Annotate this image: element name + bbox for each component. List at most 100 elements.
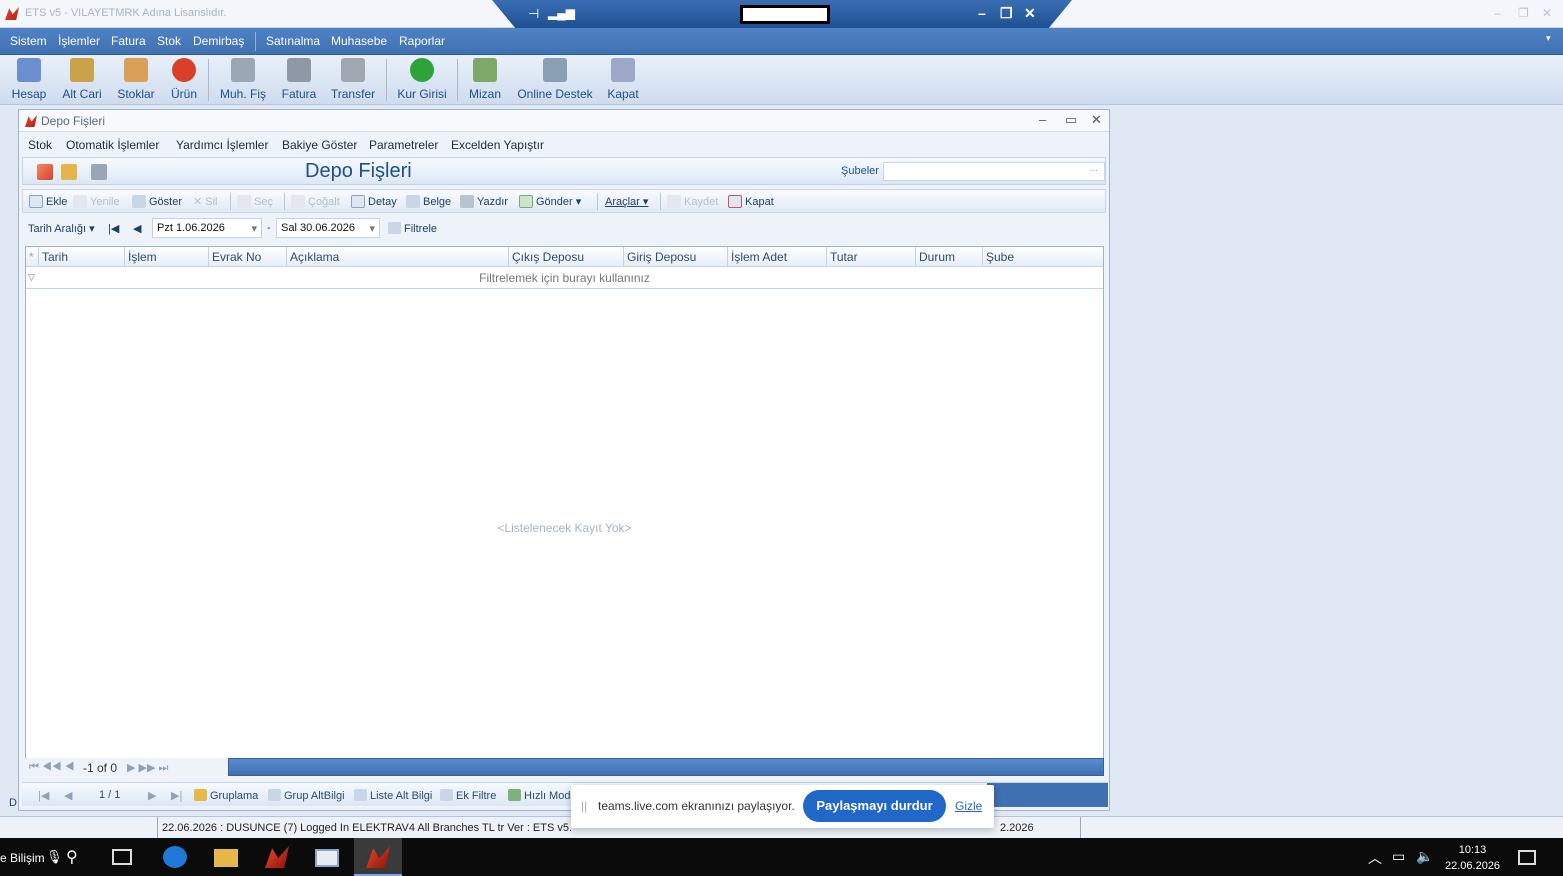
wmenu-parametreler[interactable]: Parametreler bbox=[369, 138, 438, 152]
window-minimize-button[interactable]: – bbox=[1039, 112, 1046, 127]
grup-altbilgi-button[interactable]: Grup AltBilgi bbox=[268, 789, 345, 802]
kapat-button[interactable]: Kapat bbox=[606, 58, 640, 101]
internet-explorer-icon[interactable] bbox=[163, 846, 187, 868]
menu-islemler[interactable]: İşlemler bbox=[58, 34, 100, 48]
taskbar-clock[interactable]: 10:13 22.06.2026 bbox=[1445, 842, 1500, 874]
wmenu-otomatik-islemler[interactable]: Otomatik İşlemler bbox=[66, 138, 159, 152]
mizan-button[interactable]: Mizan bbox=[467, 58, 503, 101]
window-app-icon[interactable] bbox=[315, 849, 339, 867]
logo-icon[interactable] bbox=[37, 164, 53, 180]
close-button[interactable]: ✕ bbox=[1542, 6, 1552, 20]
page-last-button[interactable]: ▶| bbox=[171, 789, 182, 802]
ets-app-icon[interactable] bbox=[265, 846, 289, 868]
liste-alt-bilgi-button[interactable]: Liste Alt Bilgi bbox=[354, 789, 432, 802]
records-grid[interactable]: * Tarih İşlem Evrak No Açıklama Çıkış De… bbox=[25, 246, 1104, 778]
col-aciklama[interactable]: Açıklama bbox=[286, 247, 508, 267]
stoklar-button[interactable]: Stoklar bbox=[116, 58, 156, 101]
menu-satinalma[interactable]: Satınalma bbox=[266, 34, 320, 48]
prev-period-button[interactable]: ◀ bbox=[133, 222, 141, 235]
page-first-button[interactable]: |◀ bbox=[38, 789, 49, 802]
nav-first-icon[interactable]: ⏮ ◀◀ ◀ bbox=[29, 761, 74, 774]
volume-icon[interactable]: 🔈 bbox=[1416, 848, 1433, 865]
first-period-button[interactable]: |◀ bbox=[108, 222, 119, 235]
col-sube[interactable]: Şube bbox=[982, 247, 1103, 267]
menu-sistem[interactable]: Sistem bbox=[10, 34, 47, 48]
date-range-dropdown[interactable]: Tarih Aralığı ▾ bbox=[28, 222, 95, 235]
cogalt-button[interactable]: Çoğalt bbox=[291, 195, 340, 208]
wmenu-bakiye-goster[interactable]: Bakiye Göster bbox=[282, 138, 357, 152]
page-next-button[interactable]: ▶ bbox=[148, 789, 156, 802]
col-evrak-no[interactable]: Evrak No bbox=[208, 247, 286, 267]
alt-cari-button[interactable]: Alt Cari bbox=[60, 58, 104, 101]
sil-button[interactable]: ✕ Sil bbox=[193, 195, 218, 208]
urun-button[interactable]: Ürün bbox=[168, 58, 200, 101]
muh-fis-button[interactable]: Muh. Fiş bbox=[218, 58, 268, 101]
hizli-mod-button[interactable]: Hızlı Mod bbox=[508, 789, 570, 802]
microphone-icon[interactable]: 🎙 bbox=[46, 849, 63, 865]
menu-overflow-icon[interactable]: ▾ bbox=[1546, 33, 1551, 44]
end-date-input[interactable]: Sal 30.06.2026 ▾ bbox=[276, 218, 380, 238]
invoice-icon bbox=[287, 58, 311, 82]
remote-minimize-button[interactable]: – bbox=[978, 5, 986, 21]
status-date: 2.2026 bbox=[1000, 822, 1034, 834]
start-date-input[interactable]: Pzt 1.06.2026 ▾ bbox=[152, 218, 262, 238]
detay-button[interactable]: Detay bbox=[351, 195, 397, 208]
page-prev-button[interactable]: ◀ bbox=[64, 789, 72, 802]
search-icon[interactable]: ⚲ bbox=[66, 847, 78, 867]
restore-button[interactable]: ❐ bbox=[1518, 6, 1529, 20]
branches-input[interactable]: ... bbox=[883, 162, 1105, 181]
wmenu-stok[interactable]: Stok bbox=[28, 138, 52, 152]
gonder-button[interactable]: Gönder ▾ bbox=[519, 195, 581, 208]
menu-fatura[interactable]: Fatura bbox=[111, 34, 146, 48]
hesap-button[interactable]: Hesap bbox=[10, 58, 48, 101]
gruplama-button[interactable]: Gruplama bbox=[194, 789, 258, 802]
ek-filtre-button[interactable]: Ek Filtre bbox=[440, 789, 496, 802]
kaydet-button[interactable]: Kaydet bbox=[667, 195, 718, 208]
wmenu-excelden-yapistir[interactable]: Excelden Yapıştır bbox=[451, 138, 544, 152]
network-icon[interactable]: ▭ bbox=[1392, 848, 1405, 865]
yenile-button[interactable]: Yenile bbox=[73, 195, 120, 208]
col-durum[interactable]: Durum bbox=[915, 247, 982, 267]
window-close-button[interactable]: ✕ bbox=[1091, 112, 1102, 128]
belge-button[interactable]: Belge bbox=[406, 195, 451, 208]
menu-muhasebe[interactable]: Muhasebe bbox=[331, 34, 387, 48]
file-explorer-icon[interactable] bbox=[214, 849, 238, 867]
menu-stok[interactable]: Stok bbox=[157, 34, 181, 48]
stop-sharing-button[interactable]: Paylaşmayı durdur bbox=[803, 790, 946, 822]
nav-last-icon[interactable]: ▶ ▶▶ ⏭ bbox=[127, 761, 168, 775]
hide-toast-link[interactable]: Gizle bbox=[955, 799, 982, 813]
grid-filter-row[interactable]: ▽ Filtrelemek için burayı kullanınız bbox=[26, 267, 1103, 289]
horizontal-scrollbar[interactable] bbox=[228, 758, 1104, 776]
filtrele-button[interactable]: Filtrele bbox=[388, 222, 437, 235]
yazdir-button[interactable]: Yazdır bbox=[460, 195, 508, 208]
remote-restore-button[interactable]: ❐ bbox=[1000, 5, 1013, 22]
ekle-button[interactable]: Ekle bbox=[29, 195, 67, 208]
wmenu-yardimci-islemler[interactable]: Yardımcı İşlemler bbox=[176, 138, 268, 152]
minimize-button[interactable]: – bbox=[1494, 6, 1501, 20]
key-icon[interactable] bbox=[61, 164, 77, 180]
menu-raporlar[interactable]: Raporlar bbox=[399, 34, 445, 48]
drag-handle-icon[interactable]: || bbox=[581, 799, 587, 813]
sec-button[interactable]: Seç bbox=[237, 195, 273, 208]
col-tutar[interactable]: Tutar bbox=[826, 247, 915, 267]
araclar-button[interactable]: Araçlar ▾ bbox=[605, 195, 648, 208]
window-maximize-button[interactable]: ▭ bbox=[1065, 112, 1077, 128]
print-setup-icon[interactable] bbox=[91, 164, 107, 180]
online-destek-button[interactable]: Online Destek bbox=[516, 58, 594, 101]
goster-button[interactable]: Göster bbox=[132, 195, 182, 208]
remote-close-button[interactable]: ✕ bbox=[1024, 5, 1036, 22]
kur-girisi-button[interactable]: Kur Girisi bbox=[396, 58, 448, 101]
task-view-icon[interactable] bbox=[112, 849, 132, 865]
menu-demirbas[interactable]: Demirbaş bbox=[193, 34, 244, 48]
col-islem-adet[interactable]: İşlem Adet bbox=[727, 247, 826, 267]
col-giris-deposu[interactable]: Giriş Deposu bbox=[623, 247, 727, 267]
fatura-button[interactable]: Fatura bbox=[280, 58, 318, 101]
kapat-window-button[interactable]: Kapat bbox=[728, 195, 774, 208]
transfer-button[interactable]: Transfer bbox=[330, 58, 376, 101]
col-cikis-deposu[interactable]: Çıkış Deposu bbox=[508, 247, 623, 267]
pin-icon[interactable]: ⊣ bbox=[528, 6, 539, 22]
tray-expand-icon[interactable]: ︿ bbox=[1368, 848, 1382, 868]
notifications-icon[interactable] bbox=[1518, 850, 1536, 865]
col-tarih[interactable]: Tarih bbox=[38, 247, 124, 267]
col-islem[interactable]: İşlem bbox=[124, 247, 208, 267]
